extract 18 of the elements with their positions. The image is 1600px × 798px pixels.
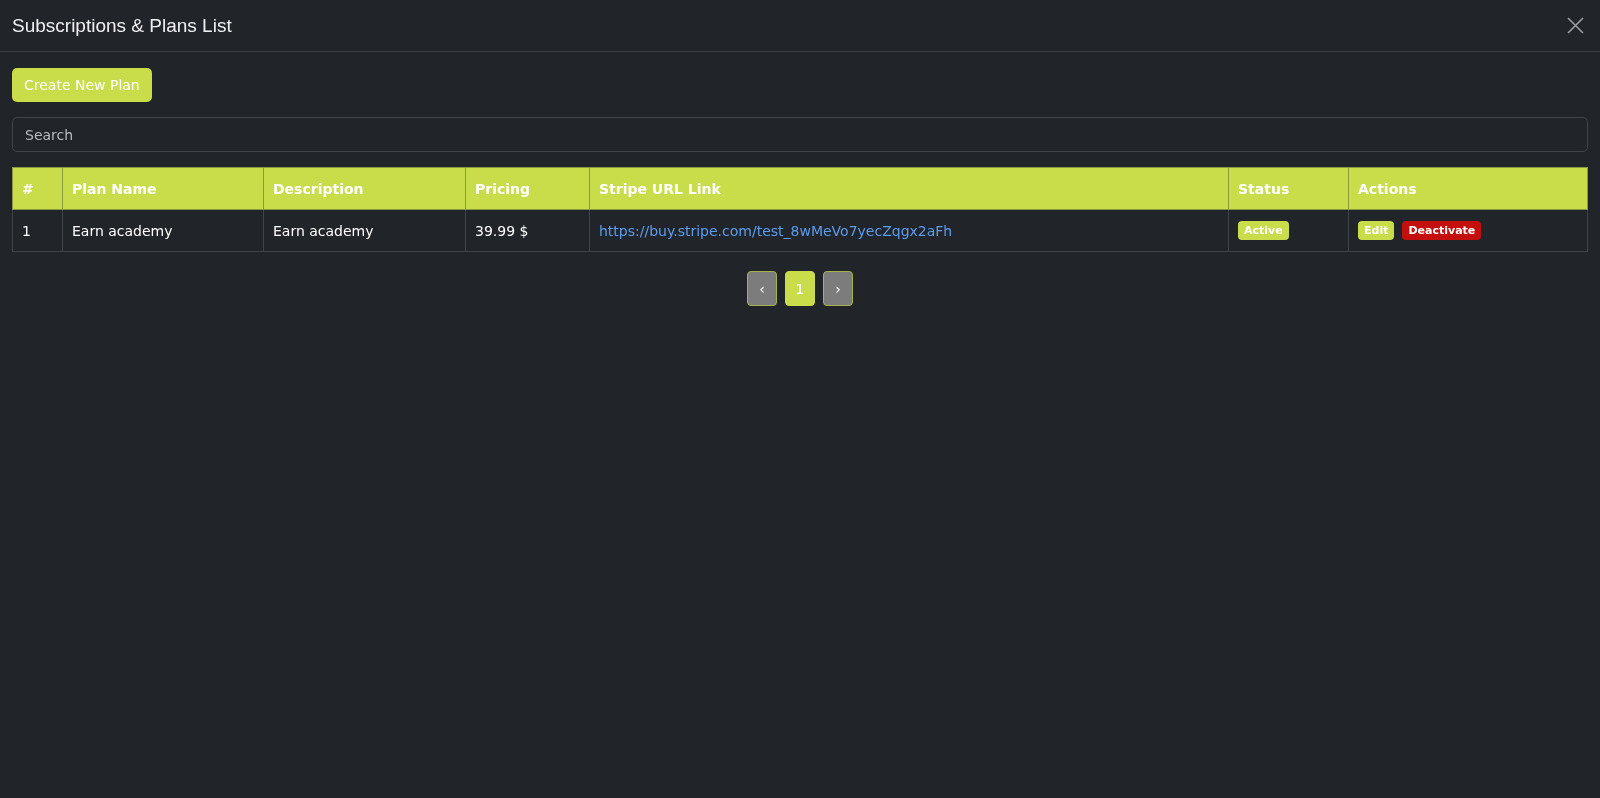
table-cell: Earn academy xyxy=(62,209,264,252)
column-header: Plan Name xyxy=(62,167,264,210)
next-page-button[interactable]: › xyxy=(823,271,853,306)
close-icon[interactable] xyxy=(1567,17,1584,34)
deactivate-button[interactable]: Deactivate xyxy=(1402,221,1482,240)
previous-page-button[interactable]: ‹ xyxy=(747,271,777,306)
window-title: Subscriptions & Plans List xyxy=(12,14,232,37)
table-cell: 39.99 $ xyxy=(465,209,590,252)
status-badge: Active xyxy=(1238,221,1289,240)
column-header: Description xyxy=(263,167,466,210)
column-header: Actions xyxy=(1348,167,1588,210)
column-header: Status xyxy=(1228,167,1349,210)
table-cell: Earn academy xyxy=(263,209,466,252)
search-field[interactable]: Search xyxy=(12,117,1588,152)
table-cell: 1 xyxy=(12,209,63,252)
column-header: Stripe URL Link xyxy=(589,167,1229,210)
column-header: # xyxy=(12,167,63,210)
column-header: Pricing xyxy=(465,167,590,210)
